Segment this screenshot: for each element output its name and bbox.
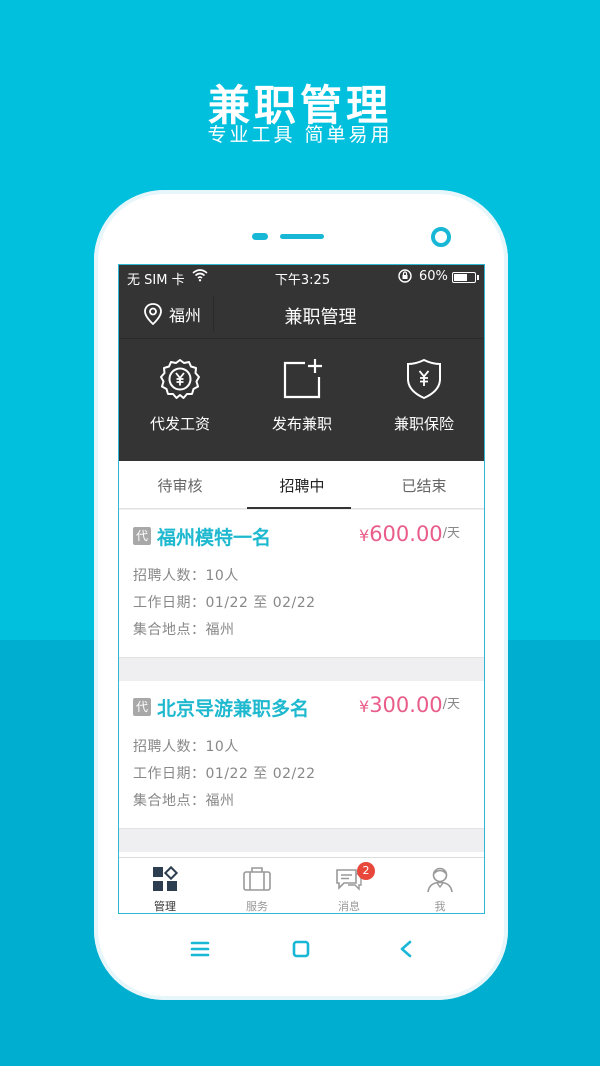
price-unit: /天 [442, 526, 461, 541]
currency-symbol: ¥ [359, 697, 370, 716]
agent-tag: 代 [133, 698, 151, 716]
price-value: 600.00 [369, 522, 443, 546]
tab-ended[interactable]: 已结束 [363, 475, 484, 496]
page-title: 兼职管理 [284, 307, 357, 328]
tab-pending[interactable]: 待审核 [119, 475, 241, 496]
job-card[interactable]: 代 福州模特一名 ¥600.00/天 招聘人数：10人 工作日期：01/22 至… [119, 510, 484, 658]
tabbar-manage[interactable]: 管理 [119, 864, 211, 913]
meeting-place: 集合地点：福州 [133, 793, 235, 809]
status-bar: 无 SIM 卡 下午3:25 60% [119, 265, 484, 289]
phone-sensor [252, 233, 268, 240]
tabbar-label: 消息 [338, 900, 360, 913]
tabbar-service[interactable]: 服务 [211, 864, 303, 913]
job-title: 福州模特一名 [157, 527, 272, 549]
tabbar-me[interactable]: 我 [394, 864, 484, 913]
job-price: ¥300.00/天 [359, 693, 460, 717]
grid-icon [119, 864, 211, 894]
status-tabs: 待审核 招聘中 已结束 [119, 461, 484, 509]
battery-icon [452, 272, 479, 283]
price-value: 300.00 [369, 693, 443, 717]
job-title: 北京导游兼职多名 [157, 698, 310, 720]
tabbar-messages[interactable]: 2 消息 [303, 862, 395, 913]
active-tab-indicator [247, 507, 351, 509]
promo-subtitle: 专业工具 简单易用 [207, 124, 393, 146]
tabbar-label: 服务 [246, 900, 268, 913]
job-price: ¥600.00/天 [359, 522, 460, 546]
action-insurance[interactable]: 兼职保险 [363, 355, 484, 434]
action-pay-salary[interactable]: 代发工资 [119, 355, 241, 434]
bottom-tab-bar: 管理 服务 2 消息 我 [119, 857, 484, 913]
app-screen: 无 SIM 卡 下午3:25 60% 福州 兼职管理 代发工资 发布兼职 兼职保… [118, 264, 485, 914]
menu-key-icon[interactable] [190, 940, 210, 962]
nav-divider [119, 338, 484, 339]
yen-shield-icon [363, 355, 484, 403]
currency-symbol: ¥ [359, 526, 370, 545]
tab-recruiting[interactable]: 招聘中 [241, 475, 363, 496]
unread-badge: 2 [357, 862, 375, 880]
phone-speaker [280, 234, 324, 239]
meeting-place: 集合地点：福州 [133, 622, 235, 638]
phone-camera [431, 227, 451, 247]
action-post-job[interactable]: 发布兼职 [241, 355, 363, 434]
battery-percent: 60% [419, 269, 448, 284]
quick-actions: 代发工资 发布兼职 兼职保险 [119, 355, 484, 445]
action-label: 兼职保险 [393, 415, 454, 433]
price-unit: /天 [442, 697, 461, 712]
agent-tag: 代 [133, 527, 151, 545]
rotation-lock-icon [397, 268, 413, 288]
tabbar-label: 我 [434, 900, 446, 913]
chat-icon [303, 864, 395, 894]
user-icon [394, 864, 484, 894]
tabbar-label: 管理 [154, 900, 176, 913]
recruit-count: 招聘人数：10人 [133, 739, 239, 755]
work-dates: 工作日期：01/22 至 02/22 [133, 766, 316, 782]
header-panel: 无 SIM 卡 下午3:25 60% 福州 兼职管理 代发工资 发布兼职 兼职保… [119, 265, 484, 461]
nav-bar: 福州 兼职管理 [119, 293, 484, 337]
add-post-icon [241, 355, 363, 403]
briefcase-icon [211, 864, 303, 894]
back-key-icon[interactable] [398, 940, 414, 962]
action-label: 发布兼职 [271, 415, 332, 433]
job-card[interactable]: 代 北京导游兼职多名 ¥300.00/天 招聘人数：10人 工作日期：01/22… [119, 681, 484, 829]
work-dates: 工作日期：01/22 至 02/22 [133, 595, 316, 611]
home-key-icon[interactable] [292, 940, 310, 962]
yen-seal-icon [119, 355, 241, 403]
recruit-count: 招聘人数：10人 [133, 568, 239, 584]
action-label: 代发工资 [149, 415, 210, 433]
